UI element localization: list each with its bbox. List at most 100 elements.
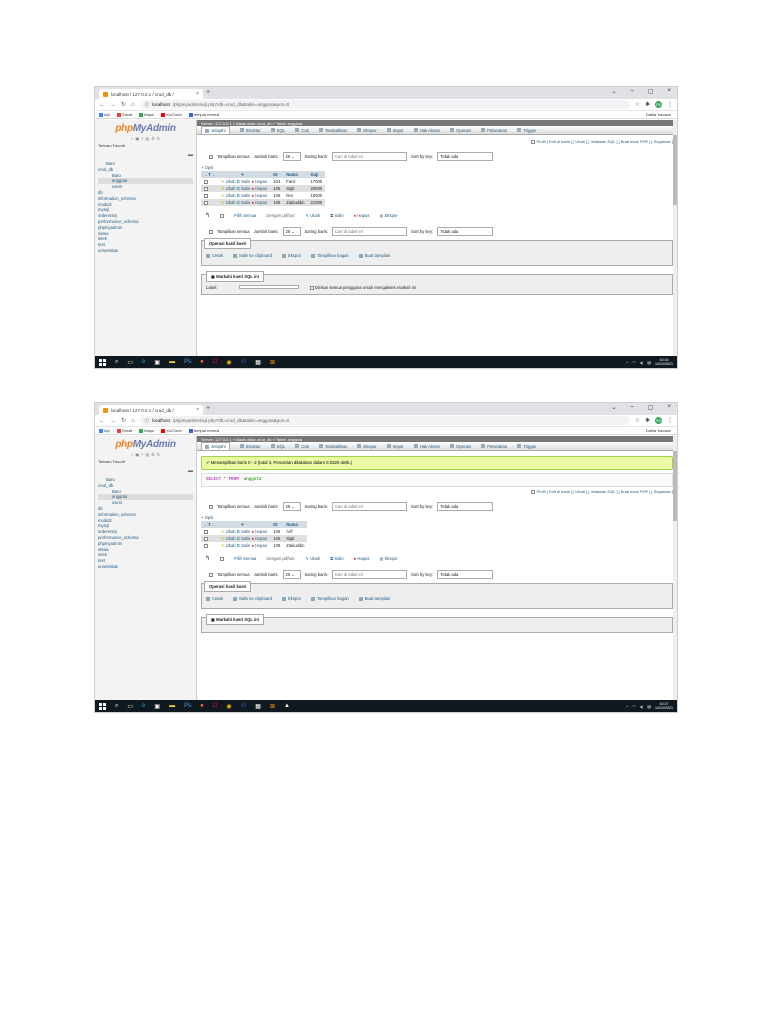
tab-cari[interactable]: Cari — [295, 128, 309, 133]
edit-link[interactable]: Ubah — [226, 179, 236, 184]
extensions-icon[interactable]: ✱ — [645, 101, 650, 108]
edit-link[interactable]: Ubah — [226, 529, 236, 534]
bulk-copy-button[interactable]: ⧉ Salin — [330, 556, 343, 561]
notification-icon[interactable]: ▤ — [647, 360, 651, 365]
tab-sql[interactable]: SQL — [270, 444, 285, 449]
tray-arrow-icon[interactable]: ^ — [626, 360, 628, 365]
tab-hak-akses[interactable]: Hak Akses — [413, 444, 440, 449]
vertical-scrollbar[interactable] — [673, 436, 677, 700]
recent-favorites-tabs[interactable]: Terbaru Favorit — [98, 143, 193, 148]
close-tab-icon[interactable]: × — [196, 407, 199, 413]
column-header-nama[interactable]: Nama — [283, 521, 308, 528]
row-checkbox[interactable] — [204, 200, 208, 205]
minimize-button[interactable]: – — [630, 88, 633, 95]
edit-link[interactable]: Ubah — [226, 536, 236, 541]
create-view-button[interactable]: Buat tampilan — [358, 253, 390, 258]
bookmark-star-icon[interactable]: ☆ — [635, 101, 640, 108]
column-header-nama[interactable]: Nama — [283, 171, 308, 178]
new-tab-button[interactable]: + — [206, 89, 210, 96]
select-all-link[interactable]: Pilih Semua — [234, 213, 256, 218]
bookmark-youtube[interactable]: YouTube — [161, 428, 182, 433]
logout-icon[interactable]: ▣ — [135, 136, 139, 141]
tree-item-universitas[interactable]: universitas — [98, 248, 193, 254]
tab-jelajahi[interactable]: Jelajahi — [201, 126, 230, 134]
bulk-edit-button[interactable]: ✎ Ubah — [306, 213, 321, 218]
home-icon[interactable]: ⌂ — [131, 102, 135, 108]
sort-select[interactable]: Tidak ada — [437, 152, 494, 161]
bulk-copy-button[interactable]: ⧉ Salin — [330, 213, 343, 218]
bookmark-tempat-remedi[interactable]: tempat remedi — [188, 112, 219, 117]
tree-item-universitas[interactable]: universitas — [98, 564, 193, 570]
maximize-button[interactable]: ▢ — [648, 88, 654, 95]
bulk-edit-button[interactable]: ✎ Ubah — [306, 556, 321, 561]
tab-trigger[interactable]: Trigger — [517, 128, 537, 133]
minimize-button[interactable]: – — [630, 404, 633, 411]
volume-icon[interactable]: ◂) — [640, 704, 643, 709]
volume-icon[interactable]: ◂) — [640, 360, 643, 365]
store-icon[interactable]: ▣ — [154, 703, 160, 710]
sql-icon[interactable]: ▤ — [145, 136, 149, 141]
browser-tab[interactable]: localhost / 127.0.0.1 / crud_db / × — [99, 89, 203, 99]
delete-link[interactable]: Hapus — [255, 179, 267, 184]
show-all-checkbox[interactable] — [209, 572, 213, 577]
extensions-icon[interactable]: ✱ — [645, 417, 650, 424]
bookmark-gmail[interactable]: Gmail — [116, 428, 132, 433]
edit-link[interactable]: Ubah — [226, 200, 236, 205]
chart-button[interactable]: Tampilkan bagan — [311, 253, 349, 258]
reading-list[interactable]: Daftar bacaan — [646, 112, 671, 117]
photoshop-icon[interactable]: Ps — [184, 359, 191, 365]
menu-kebab-icon[interactable]: ⋮ — [667, 417, 673, 424]
reading-list[interactable]: Daftar bacaan — [646, 428, 671, 433]
copy-link[interactable]: Salin — [241, 536, 250, 541]
docs-icon[interactable]: ? — [141, 452, 143, 457]
sort-select[interactable]: Tidak ada — [437, 570, 494, 579]
row-checkbox[interactable] — [204, 193, 208, 198]
reload-icon[interactable]: ↻ — [157, 136, 160, 141]
forward-arrow-icon[interactable]: → — [110, 102, 116, 108]
browser-tab[interactable]: localhost / 127.0.0.1 / crud_db / × — [99, 405, 203, 415]
row-checkbox[interactable] — [204, 179, 208, 184]
back-arrow-icon[interactable]: ← — [99, 102, 105, 108]
docs-icon[interactable]: ? — [141, 136, 143, 141]
close-window-button[interactable]: × — [667, 88, 671, 95]
avatar[interactable]: PB — [655, 101, 662, 108]
clock[interactable]: 10:27 14/10/2021 — [655, 702, 673, 711]
wifi-icon[interactable]: ◠ — [632, 704, 636, 709]
show-all-checkbox[interactable] — [209, 229, 213, 234]
print-button[interactable]: Cetak — [206, 253, 223, 258]
delete-link[interactable]: Hapus — [255, 186, 267, 191]
windows-start-icon[interactable] — [99, 358, 106, 366]
options-toggle[interactable]: + Opsi — [201, 165, 673, 170]
calculator-icon[interactable]: ▦ — [255, 703, 261, 710]
tab-jelajahi[interactable]: Jelajahi — [201, 442, 230, 450]
select-all-link[interactable]: Pilih Semua — [234, 556, 256, 561]
wifi-icon[interactable]: ◠ — [632, 360, 636, 365]
url-field[interactable]: ⓘ localhost/phpmyadmin/sql.php?db=crud_d… — [139, 100, 630, 109]
maximize-button[interactable]: ▢ — [648, 404, 654, 411]
sql-query-box[interactable]: SELECT * FROM `anggota` — [201, 473, 673, 487]
menu-kebab-icon[interactable]: ⋮ — [667, 101, 673, 108]
store-icon[interactable]: ▣ — [154, 359, 160, 366]
avatar[interactable]: PB — [655, 417, 662, 424]
copy-link[interactable]: Salin — [241, 529, 250, 534]
home-icon[interactable]: ⌂ — [131, 418, 135, 424]
edge-icon[interactable]: e — [142, 359, 145, 365]
bookmark-maps[interactable]: Maps — [139, 428, 154, 433]
filter-rows-input[interactable]: Cari di tabel ini — [332, 502, 408, 511]
row-checkbox[interactable] — [204, 536, 208, 541]
home-icon[interactable]: ⌂ — [131, 452, 133, 457]
close-window-button[interactable]: × — [667, 404, 671, 411]
copy-link[interactable]: Salin — [241, 179, 250, 184]
bookmark-star-icon[interactable]: ☆ — [635, 417, 640, 424]
row-checkbox[interactable] — [204, 543, 208, 548]
photos-icon[interactable]: ▲ — [284, 703, 290, 709]
windows-start-icon[interactable] — [99, 702, 106, 710]
opera-icon[interactable]: O — [213, 359, 218, 365]
query-links[interactable]: Profil [ Edit di baris ] [ Ubah ] [ Jela… — [201, 489, 673, 494]
edge-icon[interactable]: e — [142, 703, 145, 709]
row-count-select[interactable]: 25 ⌄ — [282, 227, 301, 236]
sort-select[interactable]: Tidak ada — [437, 502, 494, 511]
sql-icon[interactable]: ▤ — [145, 452, 149, 457]
clock[interactable]: 10:15 14/10/2021 — [655, 358, 673, 367]
bookmark-tempat-remedi[interactable]: tempat remedi — [188, 428, 219, 433]
